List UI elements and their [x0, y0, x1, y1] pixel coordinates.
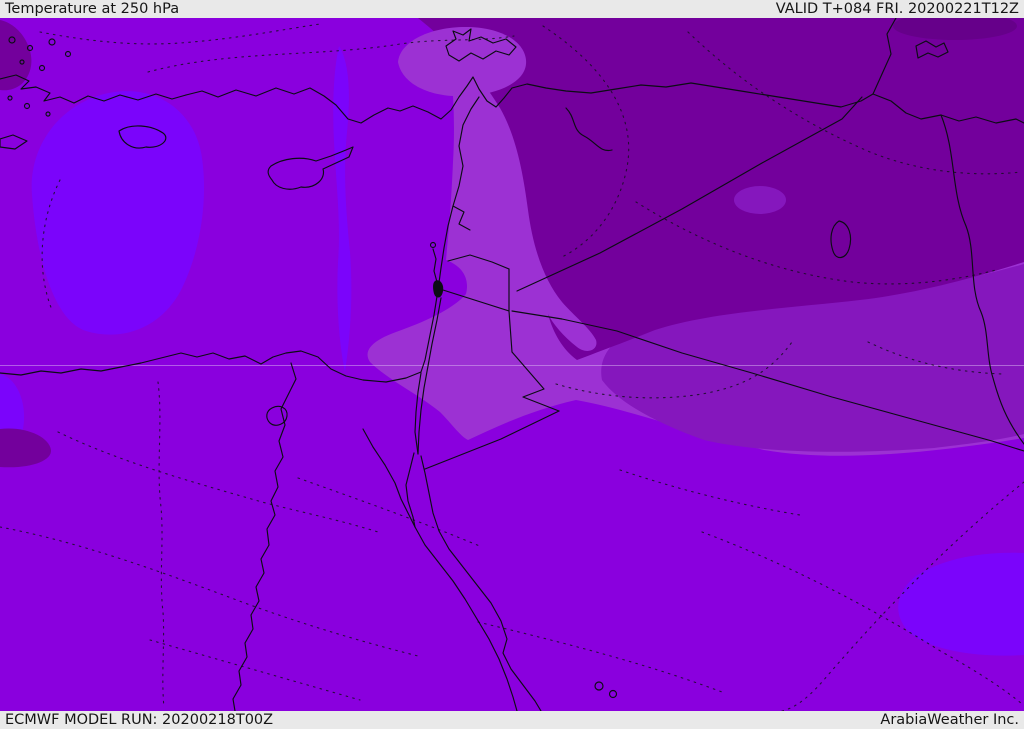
dead-sea [433, 280, 444, 298]
footer-bar: ECMWF MODEL RUN: 20200218T00Z ArabiaWeat… [0, 711, 1024, 729]
map-title: Temperature at 250 hPa [5, 0, 180, 17]
region-light-blip-ne-syria [734, 186, 786, 214]
model-run-label: ECMWF MODEL RUN: 20200218T00Z [5, 711, 274, 728]
valid-time-label: VALID T+084 FRI. 20200221T12Z [775, 0, 1019, 17]
weather-map-canvas [0, 18, 1024, 711]
header-bar: Temperature at 250 hPa VALID T+084 FRI. … [0, 0, 1024, 18]
attribution-label: ArabiaWeather Inc. [880, 711, 1019, 728]
temperature-map-svg [0, 18, 1024, 711]
temperature-fill-regions [0, 18, 1024, 711]
